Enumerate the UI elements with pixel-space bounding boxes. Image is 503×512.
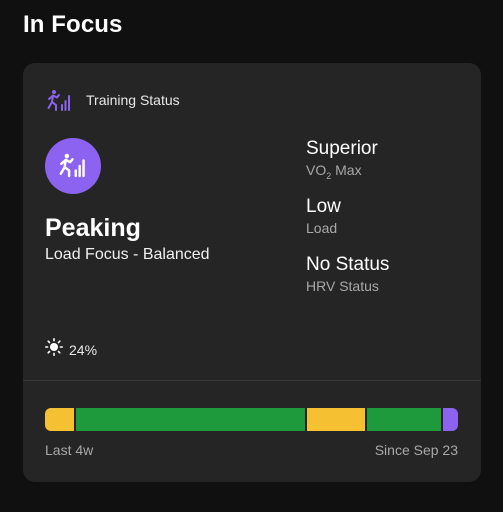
metric-value: No Status: [306, 254, 390, 275]
metric-value: Superior: [306, 138, 378, 159]
sun-icon: [45, 338, 64, 361]
metric-hrv-status: No Status HRV Status: [306, 254, 389, 294]
metric-label: VO2 Max: [306, 162, 362, 181]
training-status-card[interactable]: Training Status Peaking Load Focus - Bal…: [23, 63, 481, 482]
load-bar-segment: [443, 408, 458, 431]
status-title: Peaking: [45, 214, 141, 242]
metric-label: HRV Status: [306, 278, 379, 294]
card-header-label: Training Status: [86, 92, 180, 108]
metric-load: Low Load: [306, 196, 341, 236]
metric-label: Load: [306, 220, 338, 236]
card-divider: [23, 380, 481, 381]
range-end-label: Since Sep 23: [374, 442, 458, 458]
status-subtitle: Load Focus - Balanced: [45, 246, 210, 263]
metric-vo2max: Superior VO2 Max: [306, 138, 378, 181]
status-icon-badge: [45, 138, 101, 194]
range-start-label: Last 4w: [45, 442, 94, 458]
load-bar-segment: [366, 408, 442, 431]
weather-value: 24%: [69, 341, 98, 358]
load-focus-bar: [45, 408, 458, 431]
load-bar-segment: [306, 408, 365, 431]
load-bar-segment: [45, 408, 75, 431]
page-title: In Focus: [23, 11, 123, 38]
training-status-icon: [46, 89, 73, 113]
training-runner-icon: [59, 153, 85, 178]
weather-indicator: 24%: [45, 338, 97, 361]
metric-value: Low: [306, 196, 341, 217]
load-bar-segment: [76, 408, 305, 431]
